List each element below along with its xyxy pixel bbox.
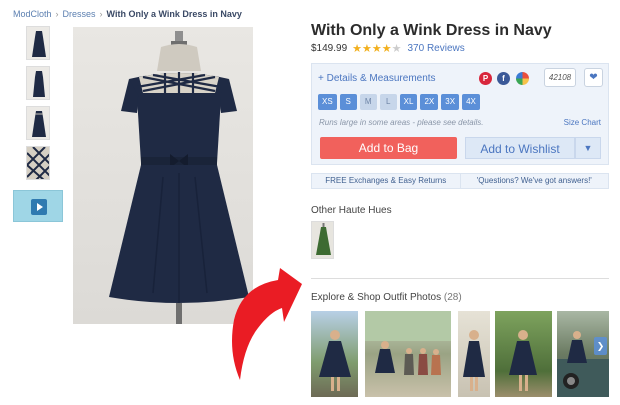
size-option-xs[interactable]: XS [318,94,337,110]
rating-stars: ★★★★★ [352,43,402,55]
info-strip: FREE Exchanges & Easy Returns 'Questions… [311,173,609,189]
thumbnail-back[interactable] [26,106,50,140]
outfit-photo-2[interactable] [365,311,451,397]
size-option-3x[interactable]: 3X [441,94,460,110]
size-selector: XS S M L XL 2X 3X 4X [318,94,480,110]
product-title: With Only a Wink Dress in Navy [311,22,552,39]
breadcrumb-dresses[interactable]: Dresses [63,9,96,19]
questions-link[interactable]: 'Questions? We've got answers!' [459,174,609,188]
share-count: 42108 [544,68,576,87]
outfit-photo-1[interactable] [311,311,358,397]
size-note: Runs large in some areas - please see de… [319,118,484,127]
add-to-bag-button[interactable]: Add to Bag [320,137,457,159]
thumbnail-side[interactable] [26,66,50,100]
chevron-right-icon: ❯ [596,341,605,351]
size-option-4x[interactable]: 4X [462,94,480,110]
details-measurements-link[interactable]: + Details & Measurements [318,73,436,84]
size-option-m[interactable]: M [359,94,377,110]
purchase-panel: + Details & Measurements P f 42108 ❤ XS S… [311,63,609,165]
size-option-s[interactable]: S [339,94,357,110]
section-divider [311,278,609,279]
hue-thumbnail-green[interactable] [311,221,334,259]
other-hues-title: Other Haute Hues [311,205,392,216]
thumbnail-list [13,26,63,222]
pie-icon[interactable] [516,72,529,85]
heart-icon: ❤ [589,72,598,83]
outfit-photo-3[interactable] [458,311,490,397]
reviews-link[interactable]: 370 Reviews [407,43,464,54]
facebook-icon[interactable]: f [497,72,510,85]
price-rating-row: $149.99 ★★★★★ 370 Reviews [311,42,465,55]
breadcrumb-current: With Only a Wink Dress in Navy [106,9,242,19]
explore-count: (28) [443,292,462,303]
pinterest-icon[interactable]: P [479,72,492,85]
breadcrumb-home[interactable]: ModCloth [13,9,52,19]
play-icon [31,199,47,215]
red-arrow-annotation [232,268,302,380]
explore-title: Explore & Shop Outfit Photos (28) [311,292,462,303]
size-option-xl[interactable]: XL [399,94,418,110]
add-to-wishlist-button[interactable]: Add to Wishlist [465,137,575,159]
chevron-down-icon: ▼ [583,143,593,153]
size-option-2x[interactable]: 2X [420,94,439,110]
product-price: $149.99 [311,43,348,54]
explore-title-text: Explore & Shop Outfit Photos [311,292,442,303]
outfit-photo-4[interactable] [495,311,552,397]
outfit-next-button[interactable]: ❯ [594,337,607,355]
wishlist-dropdown-button[interactable]: ▼ [575,137,601,159]
size-option-l[interactable]: L [379,94,397,110]
breadcrumb: ModCloth › Dresses › With Only a Wink Dress … [13,9,242,19]
thumbnail-front[interactable] [26,26,50,60]
favorite-button[interactable]: ❤ [584,68,603,87]
thumbnail-detail[interactable] [26,146,50,180]
size-chart-link[interactable]: Size Chart [564,118,601,127]
free-exchanges-link[interactable]: FREE Exchanges & Easy Returns [312,174,460,188]
thumbnail-video[interactable] [13,190,63,222]
